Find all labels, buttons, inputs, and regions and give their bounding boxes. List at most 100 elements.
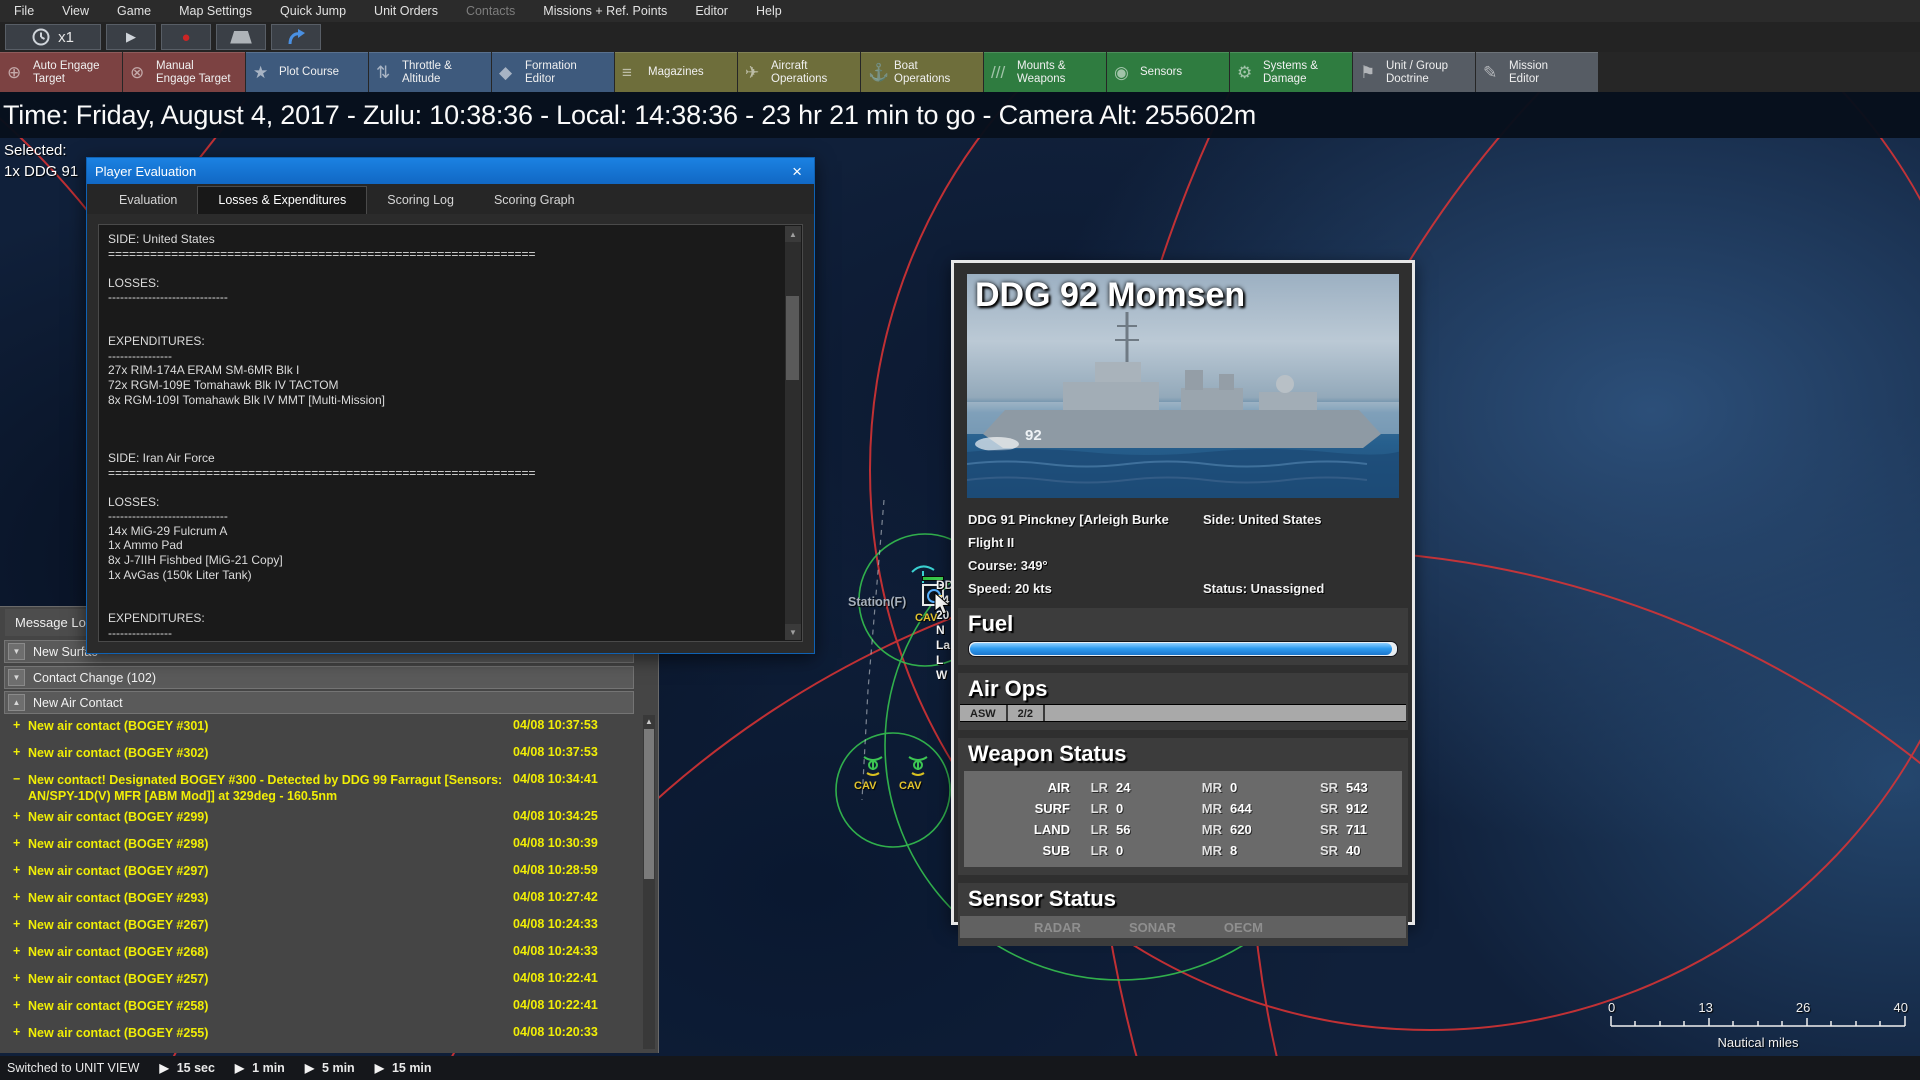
log-entry[interactable]: − New contact! Designated BOGEY #300 - D… xyxy=(2,769,641,806)
menu-item[interactable]: Game xyxy=(103,4,165,18)
log-entry[interactable]: + New air contact (BOGEY #297) 04/08 10:… xyxy=(2,860,641,887)
menu-item[interactable]: Quick Jump xyxy=(266,4,360,18)
toolbar-button[interactable]: ★ Plot Course xyxy=(246,52,368,92)
dialog-title-bar[interactable]: Player Evaluation × xyxy=(87,158,814,184)
time-compression-button[interactable]: x1 xyxy=(5,24,101,50)
log-entry-expander[interactable]: + xyxy=(2,745,28,759)
log-entry[interactable]: + New air contact (BOGEY #255) 04/08 10:… xyxy=(2,1022,641,1049)
menu-item[interactable]: Map Settings xyxy=(165,4,266,18)
log-entry-expander[interactable]: + xyxy=(2,890,28,904)
time-step-button[interactable]: ▶ 5 min xyxy=(305,1061,355,1075)
log-entry[interactable]: + New air contact (BOGEY #267) 04/08 10:… xyxy=(2,914,641,941)
dialog-tab[interactable]: Evaluation xyxy=(99,187,197,214)
record-button[interactable]: ● xyxy=(161,24,211,50)
log-group-new-air-contact[interactable]: ▲ New Air Contact xyxy=(4,691,634,714)
log-entry[interactable]: + New air contact (BOGEY #293) 04/08 10:… xyxy=(2,887,641,914)
report-line: LOSSES: xyxy=(108,275,160,290)
helicopter-unit-icon[interactable] xyxy=(860,752,886,778)
menu-item[interactable]: File xyxy=(0,4,48,18)
toolbar-button[interactable]: ✎ Mission Editor xyxy=(1476,52,1598,92)
toolbar-button[interactable]: ✈ Aircraft Operations xyxy=(738,52,860,92)
scale-tick-label: 13 xyxy=(1698,1000,1713,1015)
log-entry-timestamp: 04/08 10:37:53 xyxy=(513,717,598,732)
sim-control-bar: x1 ▶ ● xyxy=(0,22,1920,53)
sensor-status-heading: Sensor Status xyxy=(968,886,1116,911)
sr-label: SR xyxy=(1319,822,1338,837)
throttle-altitude-icon: ⇅ xyxy=(376,62,391,82)
toolbar-button[interactable]: ◆ Formation Editor xyxy=(492,52,614,92)
menu-item[interactable]: Missions + Ref. Points xyxy=(529,4,681,18)
log-entry[interactable]: + New air contact (BOGEY #299) 04/08 10:… xyxy=(2,806,641,833)
message-log-panel: Message Log ▼ New Surfac ▼ Contact Chang… xyxy=(0,606,659,1053)
toolbar-button[interactable]: ≡ Magazines xyxy=(615,52,737,92)
log-entry-expander[interactable]: + xyxy=(2,944,28,958)
scroll-up-icon[interactable]: ▲ xyxy=(785,226,801,242)
time-step-button[interactable]: ▶ 1 min xyxy=(235,1061,285,1075)
dialog-scrollbar[interactable]: ▲ ▼ xyxy=(785,226,801,640)
scroll-down-icon[interactable]: ▼ xyxy=(785,624,801,640)
collapse-up-icon[interactable]: ▲ xyxy=(8,694,25,711)
log-entry-text: New air contact (BOGEY #257) xyxy=(28,971,209,986)
toolbar-button[interactable]: ◉ Sensors xyxy=(1107,52,1229,92)
toolbar-button[interactable]: ⇅ Throttle & Altitude xyxy=(369,52,491,92)
log-entry[interactable]: + New air contact (BOGEY #301) 04/08 10:… xyxy=(2,715,641,742)
dialog-tab[interactable]: Losses & Expenditures xyxy=(197,186,368,214)
toolbar-button[interactable]: ⚙ Systems & Damage xyxy=(1230,52,1352,92)
weapon-status-section: Weapon Status AIR LR 24 MR 0 SR 543 SURF… xyxy=(958,738,1408,875)
log-entry[interactable]: + New air contact (BOGEY #302) 04/08 10:… xyxy=(2,742,641,769)
weapon-category: AIR xyxy=(1047,780,1070,795)
dialog-tab[interactable]: Scoring Log xyxy=(367,187,474,214)
log-entry[interactable]: + New air contact (BOGEY #257) 04/08 10:… xyxy=(2,968,641,995)
report-line: 1x AvGas (150k Liter Tank) xyxy=(108,567,252,582)
log-entry[interactable]: + New air contact (BOGEY #256) 04/08 10:… xyxy=(2,1049,641,1050)
scroll-up-icon[interactable]: ▲ xyxy=(643,715,655,727)
screenshot-button[interactable] xyxy=(216,24,266,50)
mr-value: 644 xyxy=(1230,801,1252,816)
time-step-button[interactable]: ▶ 15 sec xyxy=(159,1061,214,1075)
close-icon[interactable]: × xyxy=(788,163,806,180)
log-entry-expander[interactable]: + xyxy=(2,863,28,877)
helicopter-unit-icon[interactable] xyxy=(905,752,931,778)
log-entry-expander[interactable]: + xyxy=(2,809,28,823)
log-entry-expander[interactable]: + xyxy=(2,998,28,1012)
toolbar-button[interactable]: /// Mounts & Weapons xyxy=(984,52,1106,92)
toolbar-button[interactable]: ⚑ Unit / Group Doctrine xyxy=(1353,52,1475,92)
toolbar-button[interactable]: ⊕ Auto Engage Target xyxy=(0,52,122,92)
toolbar-button[interactable]: ⊗ Manual Engage Target xyxy=(123,52,245,92)
menu-item[interactable]: Contacts xyxy=(452,4,529,18)
time-step-button[interactable]: ▶ 15 min xyxy=(375,1061,432,1075)
log-entry-expander[interactable]: + xyxy=(2,718,28,732)
menu-item[interactable]: Editor xyxy=(681,4,742,18)
report-line xyxy=(108,582,778,597)
report-line: EXPENDITURES: xyxy=(108,611,205,626)
log-entry[interactable]: + New air contact (BOGEY #258) 04/08 10:… xyxy=(2,995,641,1022)
toolbar-button[interactable]: ⚓ Boat Operations xyxy=(861,52,983,92)
play-button[interactable]: ▶ xyxy=(106,24,156,50)
clock-icon xyxy=(32,28,50,46)
log-entry-expander[interactable]: + xyxy=(2,1025,28,1039)
log-group-label: New Air Contact xyxy=(33,695,123,710)
log-entry[interactable]: + New air contact (BOGEY #298) 04/08 10:… xyxy=(2,833,641,860)
toolbar-button-label: Unit / Group Doctrine xyxy=(1386,60,1448,85)
menu-item[interactable]: View xyxy=(48,4,103,18)
jump-button[interactable] xyxy=(271,24,321,50)
log-entry[interactable]: + New air contact (BOGEY #268) 04/08 10:… xyxy=(2,941,641,968)
report-line xyxy=(108,480,778,495)
log-entry-expander[interactable]: + xyxy=(2,917,28,931)
collapse-down-icon[interactable]: ▼ xyxy=(8,643,25,660)
scrollbar-thumb[interactable] xyxy=(644,729,654,879)
unit-side-text: Side: United States xyxy=(1203,512,1322,527)
message-log-scrollbar[interactable]: ▲ xyxy=(643,715,655,1049)
weapon-status-row: SURF LR 0 MR 644 SR 912 xyxy=(964,798,1402,819)
collapse-down-icon[interactable]: ▼ xyxy=(8,669,25,686)
log-entry-expander[interactable]: − xyxy=(2,772,28,786)
scrollbar-thumb[interactable] xyxy=(786,296,799,380)
dialog-tab[interactable]: Scoring Graph xyxy=(474,187,595,214)
log-entry-expander[interactable]: + xyxy=(2,971,28,985)
menu-item[interactable]: Unit Orders xyxy=(360,4,452,18)
menu-item[interactable]: Help xyxy=(742,4,796,18)
report-line xyxy=(108,261,778,276)
air-ops-heading: Air Ops xyxy=(968,676,1048,701)
log-entry-expander[interactable]: + xyxy=(2,836,28,850)
log-group-contact-change[interactable]: ▼ Contact Change (102) xyxy=(4,666,634,689)
